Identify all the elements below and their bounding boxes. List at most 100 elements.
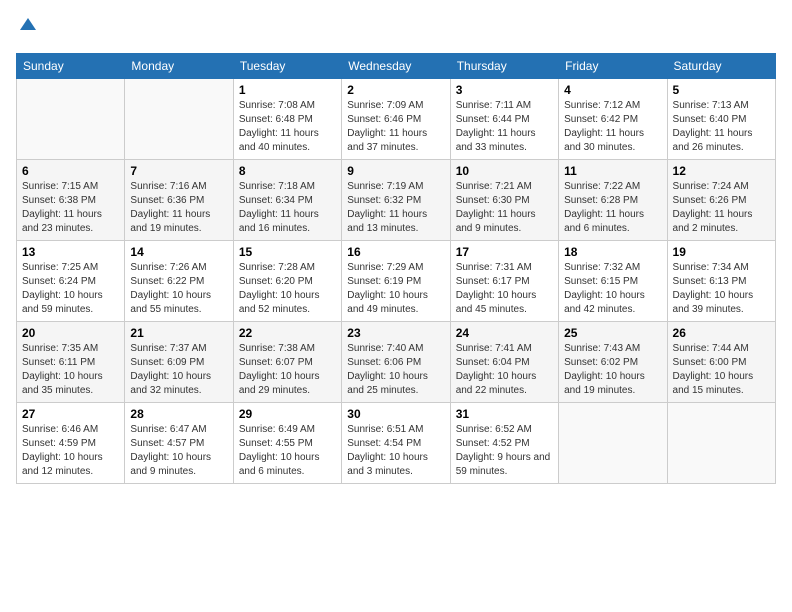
day-number: 8 xyxy=(239,164,336,178)
calendar-cell: 16 Sunrise: 7:29 AMSunset: 6:19 PMDayligh… xyxy=(342,241,450,322)
day-number: 4 xyxy=(564,83,661,97)
day-info: Sunrise: 7:24 AMSunset: 6:26 PMDaylight:… xyxy=(673,180,770,236)
calendar-cell: 7Sunrise: 7:16 AMSunset: 6:36 PMDaylight… xyxy=(125,160,233,241)
day-number: 12 xyxy=(673,164,770,178)
calendar-cell: 26 Sunrise: 7:44 AMSunset: 6:00 PMDayligh… xyxy=(667,322,775,403)
calendar-cell: 23 Sunrise: 7:40 AMSunset: 6:06 PMDayligh… xyxy=(342,322,450,403)
calendar-cell: 29 Sunrise: 6:49 AMSunset: 4:55 PMDayligh… xyxy=(233,403,341,484)
calendar-header-row: SundayMondayTuesdayWednesdayThursdayFrid… xyxy=(17,54,776,79)
day-number: 10 xyxy=(456,164,553,178)
day-number: 24 xyxy=(456,326,553,340)
calendar-cell: 8 Sunrise: 7:18 AMSunset: 6:34 PMDaylight… xyxy=(233,160,341,241)
logo xyxy=(16,16,38,41)
calendar-cell: 22 Sunrise: 7:38 AMSunset: 6:07 PMDayligh… xyxy=(233,322,341,403)
calendar-cell: 19 Sunrise: 7:34 AMSunset: 6:13 PMDayligh… xyxy=(667,241,775,322)
day-info: Sunrise: 7:11 AMSunset: 6:44 PMDaylight:… xyxy=(456,99,553,155)
day-number: 27 xyxy=(22,407,119,421)
day-number: 11 xyxy=(564,164,661,178)
day-number: 7 xyxy=(130,164,227,178)
day-number: 5 xyxy=(673,83,770,97)
calendar-cell: 12 Sunrise: 7:24 AMSunset: 6:26 PMDayligh… xyxy=(667,160,775,241)
logo-icon xyxy=(18,16,38,36)
calendar-cell xyxy=(17,79,125,160)
weekday-header-friday: Friday xyxy=(559,54,667,79)
day-info: Sunrise: 6:52 AMSunset: 4:52 PMDaylight:… xyxy=(456,423,553,479)
calendar-cell: 10 Sunrise: 7:21 AMSunset: 6:30 PMDayligh… xyxy=(450,160,558,241)
calendar-cell: 25 Sunrise: 7:43 AMSunset: 6:02 PMDayligh… xyxy=(559,322,667,403)
calendar-cell: 17 Sunrise: 7:31 AMSunset: 6:17 PMDayligh… xyxy=(450,241,558,322)
day-number: 14 xyxy=(130,245,227,259)
page-header xyxy=(16,16,776,41)
weekday-header-monday: Monday xyxy=(125,54,233,79)
weekday-header-tuesday: Tuesday xyxy=(233,54,341,79)
day-info: Sunrise: 7:29 AMSunset: 6:19 PMDaylight:… xyxy=(347,261,444,317)
day-number: 31 xyxy=(456,407,553,421)
calendar-cell: 5 Sunrise: 7:13 AMSunset: 6:40 PMDaylight… xyxy=(667,79,775,160)
day-info: Sunrise: 7:25 AMSunset: 6:24 PMDaylight:… xyxy=(22,261,119,317)
day-info: Sunrise: 7:44 AMSunset: 6:00 PMDaylight:… xyxy=(673,342,770,398)
calendar-cell: 15 Sunrise: 7:28 AMSunset: 6:20 PMDayligh… xyxy=(233,241,341,322)
calendar-cell: 20Sunrise: 7:35 AMSunset: 6:11 PMDayligh… xyxy=(17,322,125,403)
day-info: Sunrise: 7:35 AMSunset: 6:11 PMDaylight:… xyxy=(22,342,119,398)
day-number: 28 xyxy=(130,407,227,421)
calendar-cell: 14 Sunrise: 7:26 AMSunset: 6:22 PMDayligh… xyxy=(125,241,233,322)
day-info: Sunrise: 6:46 AMSunset: 4:59 PMDaylight:… xyxy=(22,423,119,479)
day-info: Sunrise: 7:15 AMSunset: 6:38 PMDaylight:… xyxy=(22,180,119,236)
weekday-header-saturday: Saturday xyxy=(667,54,775,79)
day-info: Sunrise: 7:37 AMSunset: 6:09 PMDaylight:… xyxy=(130,342,227,398)
calendar-cell: 1 Sunrise: 7:08 AMSunset: 6:48 PMDaylight… xyxy=(233,79,341,160)
calendar-cell: 31 Sunrise: 6:52 AMSunset: 4:52 PMDayligh… xyxy=(450,403,558,484)
calendar-cell: 24Sunrise: 7:41 AMSunset: 6:04 PMDayligh… xyxy=(450,322,558,403)
calendar-cell: 4 Sunrise: 7:12 AMSunset: 6:42 PMDaylight… xyxy=(559,79,667,160)
day-number: 6 xyxy=(22,164,119,178)
day-number: 19 xyxy=(673,245,770,259)
day-info: Sunrise: 7:13 AMSunset: 6:40 PMDaylight:… xyxy=(673,99,770,155)
day-number: 17 xyxy=(456,245,553,259)
day-info: Sunrise: 7:08 AMSunset: 6:48 PMDaylight:… xyxy=(239,99,336,155)
day-number: 3 xyxy=(456,83,553,97)
day-info: Sunrise: 7:40 AMSunset: 6:06 PMDaylight:… xyxy=(347,342,444,398)
day-info: Sunrise: 6:51 AMSunset: 4:54 PMDaylight:… xyxy=(347,423,444,479)
day-info: Sunrise: 7:12 AMSunset: 6:42 PMDaylight:… xyxy=(564,99,661,155)
day-info: Sunrise: 6:49 AMSunset: 4:55 PMDaylight:… xyxy=(239,423,336,479)
day-number: 25 xyxy=(564,326,661,340)
day-number: 21 xyxy=(130,326,227,340)
day-number: 29 xyxy=(239,407,336,421)
day-number: 26 xyxy=(673,326,770,340)
day-info: Sunrise: 7:21 AMSunset: 6:30 PMDaylight:… xyxy=(456,180,553,236)
day-info: Sunrise: 7:34 AMSunset: 6:13 PMDaylight:… xyxy=(673,261,770,317)
day-info: Sunrise: 7:38 AMSunset: 6:07 PMDaylight:… xyxy=(239,342,336,398)
calendar-cell: 9Sunrise: 7:19 AMSunset: 6:32 PMDaylight… xyxy=(342,160,450,241)
day-number: 15 xyxy=(239,245,336,259)
calendar-week-row: 6 Sunrise: 7:15 AMSunset: 6:38 PMDaylight… xyxy=(17,160,776,241)
calendar-cell: 6 Sunrise: 7:15 AMSunset: 6:38 PMDaylight… xyxy=(17,160,125,241)
day-info: Sunrise: 7:32 AMSunset: 6:15 PMDaylight:… xyxy=(564,261,661,317)
day-number: 23 xyxy=(347,326,444,340)
calendar-cell: 28 Sunrise: 6:47 AMSunset: 4:57 PMDayligh… xyxy=(125,403,233,484)
calendar-week-row: 20Sunrise: 7:35 AMSunset: 6:11 PMDayligh… xyxy=(17,322,776,403)
calendar-cell: 18 Sunrise: 7:32 AMSunset: 6:15 PMDayligh… xyxy=(559,241,667,322)
day-info: Sunrise: 7:26 AMSunset: 6:22 PMDaylight:… xyxy=(130,261,227,317)
calendar-week-row: 1 Sunrise: 7:08 AMSunset: 6:48 PMDaylight… xyxy=(17,79,776,160)
day-number: 22 xyxy=(239,326,336,340)
calendar-cell: 13 Sunrise: 7:25 AMSunset: 6:24 PMDayligh… xyxy=(17,241,125,322)
day-info: Sunrise: 7:22 AMSunset: 6:28 PMDaylight:… xyxy=(564,180,661,236)
day-number: 18 xyxy=(564,245,661,259)
day-info: Sunrise: 7:18 AMSunset: 6:34 PMDaylight:… xyxy=(239,180,336,236)
calendar-table: SundayMondayTuesdayWednesdayThursdayFrid… xyxy=(16,53,776,484)
day-number: 13 xyxy=(22,245,119,259)
day-info: Sunrise: 6:47 AMSunset: 4:57 PMDaylight:… xyxy=(130,423,227,479)
day-number: 16 xyxy=(347,245,444,259)
day-number: 9 xyxy=(347,164,444,178)
weekday-header-wednesday: Wednesday xyxy=(342,54,450,79)
calendar-cell: 11 Sunrise: 7:22 AMSunset: 6:28 PMDayligh… xyxy=(559,160,667,241)
calendar-cell: 3 Sunrise: 7:11 AMSunset: 6:44 PMDaylight… xyxy=(450,79,558,160)
day-info: Sunrise: 7:43 AMSunset: 6:02 PMDaylight:… xyxy=(564,342,661,398)
weekday-header-sunday: Sunday xyxy=(17,54,125,79)
calendar-cell: 21 Sunrise: 7:37 AMSunset: 6:09 PMDayligh… xyxy=(125,322,233,403)
day-number: 1 xyxy=(239,83,336,97)
day-info: Sunrise: 7:28 AMSunset: 6:20 PMDaylight:… xyxy=(239,261,336,317)
day-info: Sunrise: 7:31 AMSunset: 6:17 PMDaylight:… xyxy=(456,261,553,317)
calendar-cell xyxy=(559,403,667,484)
weekday-header-thursday: Thursday xyxy=(450,54,558,79)
